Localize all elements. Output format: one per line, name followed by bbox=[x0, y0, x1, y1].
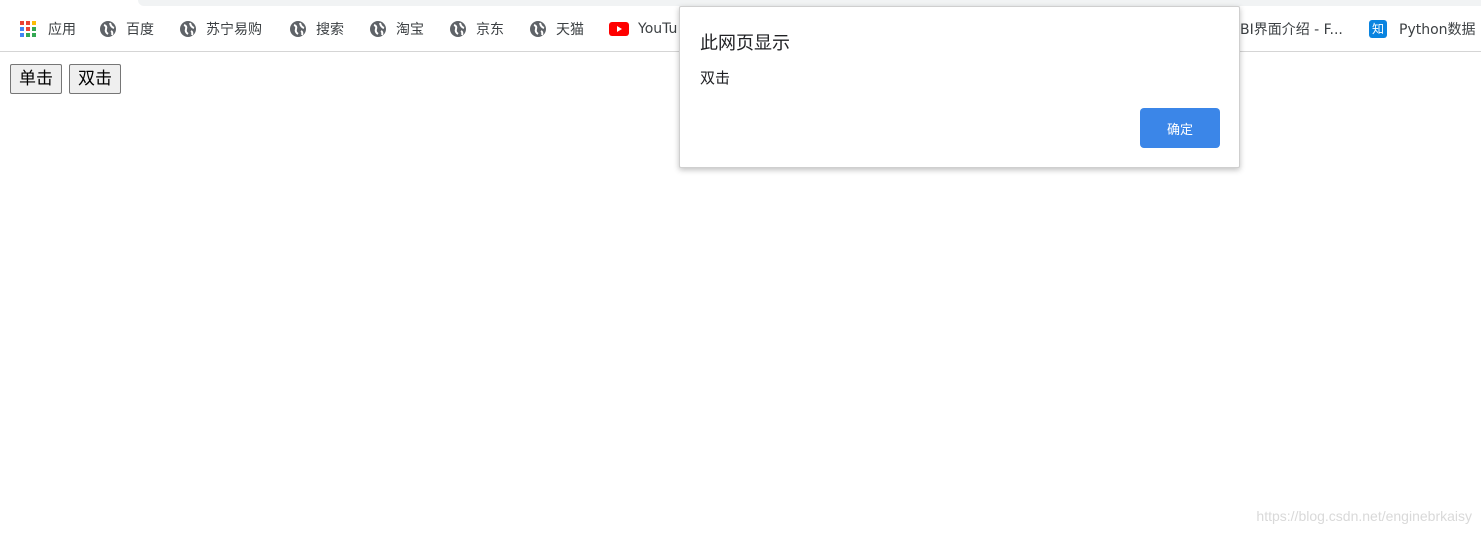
bookmark-apps[interactable]: 应用 bbox=[20, 18, 76, 40]
dialog-title: 此网页显示 bbox=[700, 33, 790, 54]
globe-icon bbox=[180, 21, 196, 37]
bookmark-label: 百度 bbox=[126, 22, 154, 38]
bookmark-label: 淘宝 bbox=[396, 22, 424, 38]
globe-icon bbox=[370, 21, 386, 37]
bookmark-item[interactable]: 搜索 bbox=[289, 18, 344, 40]
bookmark-label: BI界面介绍 - F... bbox=[1240, 22, 1343, 38]
single-click-button[interactable]: 单击 bbox=[10, 64, 62, 94]
bookmark-item[interactable]: 淘宝 bbox=[369, 18, 424, 40]
bookmark-item[interactable]: 百度 bbox=[99, 18, 154, 40]
bookmark-label: 天猫 bbox=[556, 22, 584, 38]
bookmark-item[interactable]: BI界面介绍 - F... bbox=[1240, 18, 1343, 40]
zhihu-icon: 知 bbox=[1369, 20, 1387, 38]
ok-button[interactable]: 确定 bbox=[1140, 108, 1220, 148]
bookmark-item[interactable]: 苏宁易购 bbox=[179, 18, 262, 40]
double-click-button[interactable]: 双击 bbox=[69, 64, 121, 94]
bookmark-item[interactable]: 京东 bbox=[449, 18, 504, 40]
bookmark-label: 京东 bbox=[476, 22, 504, 38]
bookmark-item[interactable]: YouTu bbox=[609, 18, 677, 40]
bookmark-label: 应用 bbox=[48, 22, 76, 38]
dialog-message: 双击 bbox=[700, 69, 731, 87]
youtube-icon bbox=[609, 22, 629, 36]
bookmark-item[interactable]: 知 Python数据 bbox=[1369, 18, 1476, 40]
globe-icon bbox=[290, 21, 306, 37]
watermark: https://blog.csdn.net/enginebrkaisy bbox=[1256, 508, 1472, 524]
globe-icon bbox=[530, 21, 546, 37]
bookmark-label: YouTu bbox=[638, 21, 678, 37]
globe-icon bbox=[100, 21, 116, 37]
bookmark-label: 搜索 bbox=[316, 22, 344, 38]
bookmark-item[interactable]: 天猫 bbox=[529, 18, 584, 40]
globe-icon bbox=[450, 21, 466, 37]
alert-dialog: 此网页显示 双击 确定 bbox=[679, 6, 1240, 168]
bookmark-label: 苏宁易购 bbox=[206, 22, 262, 38]
bookmark-label: Python数据 bbox=[1399, 22, 1476, 38]
apps-grid-icon bbox=[20, 21, 36, 37]
